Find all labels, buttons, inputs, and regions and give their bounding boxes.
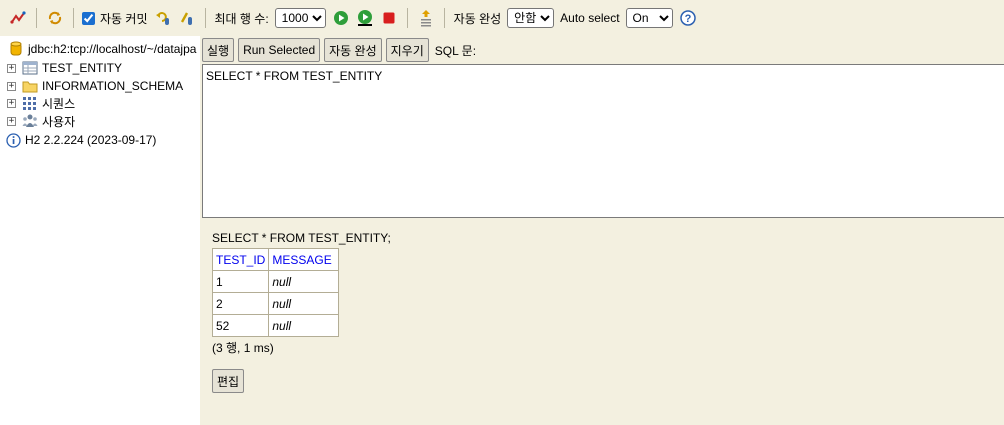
table-header-row: TEST_ID MESSAGE (211, 248, 340, 271)
autocomplete-button[interactable]: 자동 완성 (324, 38, 382, 62)
folder-icon (22, 78, 38, 94)
toolbar-separator (406, 8, 408, 28)
stop-icon[interactable] (380, 9, 398, 27)
tree-item-test-entity[interactable]: + TEST_ENTITY (0, 59, 122, 77)
schema-tree: jdbc:h2:tcp://localhost/~/datajpa + TEST… (0, 36, 200, 425)
clear-button[interactable]: 지우기 (385, 38, 429, 62)
cell-message: null (268, 292, 340, 315)
tree-item-users[interactable]: + 사용자 (0, 112, 75, 130)
tree-item-label: 시퀀스 (42, 96, 76, 111)
query-toolbar: 실행 Run Selected 자동 완성 지우기 SQL 문: (202, 38, 476, 62)
run-button[interactable]: 실행 (202, 38, 235, 62)
tree-item-label: INFORMATION_SCHEMA (42, 79, 184, 93)
result-table: TEST_ID MESSAGE 1 null 2 null 52 null (211, 248, 340, 337)
tree-item-label: TEST_ENTITY (42, 61, 123, 75)
sql-label: SQL 문: (434, 43, 477, 58)
toolbar-separator (73, 8, 74, 28)
sql-editor[interactable]: SELECT * FROM TEST_ENTITY (202, 64, 1004, 218)
toolbar: 자동 커밋 최대 행 수: 1000 자동 완성 안함 Auto select … (0, 0, 1004, 36)
tree-item-information-schema[interactable]: + INFORMATION_SCHEMA (0, 77, 183, 95)
disconnect-icon[interactable] (9, 9, 27, 27)
info-icon (5, 132, 21, 148)
table-row: 52 null (211, 314, 340, 337)
cell-test-id: 52 (211, 314, 270, 337)
toolbar-separator (443, 8, 445, 28)
expand-toggle[interactable]: + (7, 116, 16, 126)
autoselect-label: Auto select (560, 11, 620, 25)
result-summary: (3 행, 1 ms) (212, 341, 274, 355)
autocommit-label: 자동 커밋 (100, 11, 148, 26)
sql-text: SELECT * FROM TEST_ENTITY (206, 69, 383, 83)
history-icon[interactable] (417, 9, 435, 27)
sequence-icon (22, 95, 38, 111)
toolbar-separator (36, 8, 37, 28)
users-icon (22, 113, 38, 129)
results-panel: SELECT * FROM TEST_ENTITY; TEST_ID MESSA… (211, 230, 391, 355)
tree-item-label: 사용자 (42, 114, 76, 129)
expand-toggle[interactable]: + (7, 63, 16, 73)
table-icon (22, 60, 38, 76)
expand-toggle[interactable]: + (7, 81, 16, 91)
cell-test-id: 1 (211, 270, 270, 293)
refresh-icon[interactable] (46, 9, 64, 27)
autocommit-checkbox[interactable] (82, 11, 95, 25)
autocomplete-select[interactable]: 안함 (507, 8, 555, 28)
run-icon[interactable] (332, 9, 350, 27)
connection-url: jdbc:h2:tcp://localhost/~/datajpa (28, 42, 197, 56)
run-selected-button[interactable]: Run Selected (238, 38, 321, 62)
table-row: 1 null (211, 270, 340, 293)
column-header-message[interactable]: MESSAGE (268, 248, 340, 271)
commit-icon[interactable] (178, 9, 196, 27)
cell-message: null (268, 314, 340, 337)
expand-toggle[interactable]: + (7, 98, 16, 108)
maxrows-label: 최대 행 수: (214, 11, 269, 26)
edit-button[interactable]: 편집 (212, 369, 245, 393)
tree-item-sequences[interactable]: + 시퀀스 (0, 94, 75, 112)
column-header-test-id[interactable]: TEST_ID (211, 248, 270, 271)
table-row: 2 null (211, 292, 340, 315)
rollback-icon[interactable] (154, 9, 172, 27)
autoselect-select[interactable]: On (625, 8, 673, 28)
cell-test-id: 2 (211, 292, 270, 315)
tree-version: H2 2.2.224 (2023-09-17) (0, 131, 156, 149)
run-selected-icon[interactable] (356, 9, 374, 27)
tree-connection[interactable]: jdbc:h2:tcp://localhost/~/datajpa (0, 40, 196, 58)
result-statement: SELECT * FROM TEST_ENTITY; (212, 231, 391, 245)
cell-message: null (268, 270, 340, 293)
help-glyph: ? (684, 13, 691, 25)
toolbar-separator (204, 8, 206, 28)
database-icon (8, 41, 24, 57)
maxrows-select[interactable]: 1000 (274, 8, 326, 28)
version-label: H2 2.2.224 (2023-09-17) (25, 133, 157, 147)
autocomplete-label: 자동 완성 (453, 11, 502, 26)
help-icon[interactable]: ? (679, 9, 697, 27)
